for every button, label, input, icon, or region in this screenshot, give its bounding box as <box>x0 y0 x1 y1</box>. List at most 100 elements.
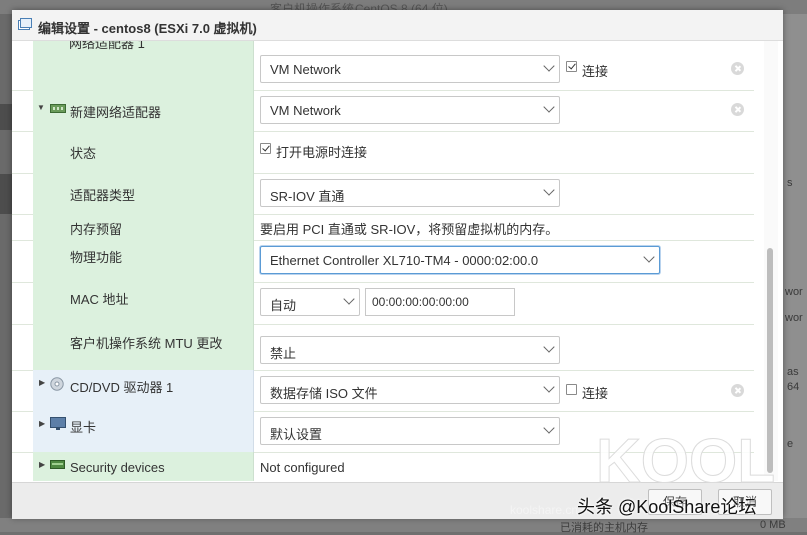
row-label-cell: 客户机操作系统 MTU 更改 <box>33 324 254 370</box>
cd-dvd-connect-label: 连接 <box>582 386 609 401</box>
row-label-cell: 适配器类型 <box>33 173 254 214</box>
row-label-cell: ▼ 新建网络适配器 <box>33 90 254 131</box>
row-value-cell: 打开电源时连接 <box>254 131 754 173</box>
background-fragment: wor <box>785 286 803 298</box>
background-fragment: wor <box>785 312 803 324</box>
physical-function-label: 物理功能 <box>70 250 123 265</box>
select-value: 默认设置 <box>270 427 323 442</box>
guest-mtu-label: 客户机操作系统 MTU 更改 <box>70 336 223 351</box>
row-physical-function: 物理功能 Ethernet Controller XL710-TM4 - 000… <box>12 240 754 283</box>
cd-dvd-media-select[interactable]: 数据存储 ISO 文件 <box>260 376 560 404</box>
remove-icon[interactable] <box>731 62 744 75</box>
row-value-cell: 要启用 PCI 直通或 SR-IOV，将预留虚拟机的内存。 <box>254 214 754 240</box>
row-guest-mtu: 客户机操作系统 MTU 更改 禁止 <box>12 324 754 371</box>
network-adapter-1-select[interactable]: VM Network <box>260 55 560 83</box>
chevron-down-icon <box>643 251 655 263</box>
row-adapter-type: 适配器类型 SR-IOV 直通 <box>12 173 754 215</box>
watermark-attribution: 头条 @KoolShare论坛 <box>577 497 757 517</box>
row-value-cell: VM Network <box>254 90 754 131</box>
security-chip-icon <box>50 460 65 469</box>
collapse-arrow-icon[interactable]: ▼ <box>37 103 45 112</box>
chevron-down-icon <box>543 381 555 393</box>
watermark-logo-text: KOOL <box>596 427 775 490</box>
physical-function-select[interactable]: Ethernet Controller XL710-TM4 - 0000:02:… <box>260 246 660 274</box>
status-label: 状态 <box>70 146 97 161</box>
select-value: 禁止 <box>270 346 297 361</box>
chevron-down-icon <box>543 422 555 434</box>
dialog-title-bar: 编辑设置 - centos8 (ESXi 7.0 虚拟机) <box>12 10 783 41</box>
row-label-cell: ▶ CD/DVD 驱动器 1 <box>33 370 254 411</box>
row-mac-address: MAC 地址 自动 00:00:00:00:00:00 <box>12 282 754 325</box>
select-value: VM Network <box>270 62 341 77</box>
cd-dvd-label: CD/DVD 驱动器 1 <box>70 380 174 395</box>
background-fragment: s <box>787 177 793 189</box>
chevron-down-icon <box>543 184 555 196</box>
background-fragment: as <box>787 366 799 378</box>
koolshare-watermark-logo: KOOL <box>596 427 776 491</box>
background-fragment: 64 <box>787 381 800 393</box>
background-left-panel <box>0 14 12 532</box>
background-footer: 已消耗的主机内存 0 MB <box>0 518 807 534</box>
power-on-connect-checkbox[interactable] <box>260 143 271 154</box>
background-memory-label: 已消耗的主机内存 <box>560 522 648 534</box>
row-label-cell: 物理功能 <box>33 240 254 282</box>
adapter-type-label: 适配器类型 <box>70 188 136 203</box>
background-block <box>0 174 12 214</box>
row-cd-dvd-drive: ▶ CD/DVD 驱动器 1 数据存储 ISO 文件 连接 <box>12 370 754 412</box>
mac-mode-select[interactable]: 自动 <box>260 288 360 316</box>
network-card-icon <box>50 104 66 113</box>
video-card-select[interactable]: 默认设置 <box>260 417 560 445</box>
expand-arrow-icon[interactable]: ▶ <box>39 460 45 469</box>
row-value-cell: 自动 00:00:00:00:00:00 <box>254 282 754 324</box>
new-network-adapter-select[interactable]: VM Network <box>260 96 560 124</box>
row-label-cell: 状态 <box>33 131 254 173</box>
input-value: 00:00:00:00:00:00 <box>372 295 469 309</box>
row-label-cell: ▶ 显卡 <box>33 411 254 452</box>
row-label-cell: 内存预留 <box>33 214 254 240</box>
row-label-cell: MAC 地址 <box>33 282 254 324</box>
watermark-source: koolshare.cn <box>510 503 579 517</box>
adapter-type-select[interactable]: SR-IOV 直通 <box>260 179 560 207</box>
row-label-cell: 网络适配器 1 <box>33 41 254 90</box>
chevron-down-icon <box>343 293 355 305</box>
row-value-cell: SR-IOV 直通 <box>254 173 754 214</box>
mac-address-input[interactable]: 00:00:00:00:00:00 <box>365 288 515 316</box>
monitor-icon <box>50 417 66 430</box>
row-network-adapter-1: 网络适配器 1 VM Network 连接 <box>12 41 754 91</box>
chevron-down-icon <box>543 60 555 72</box>
new-network-adapter-label: 新建网络适配器 <box>70 105 162 120</box>
memory-reservation-text: 要启用 PCI 直通或 SR-IOV，将预留虚拟机的内存。 <box>260 222 559 237</box>
select-value: VM Network <box>270 103 341 118</box>
row-status: 状态 打开电源时连接 <box>12 131 754 174</box>
background-block <box>0 104 12 130</box>
mac-address-label: MAC 地址 <box>70 292 129 307</box>
remove-icon[interactable] <box>731 384 744 397</box>
security-devices-label: Security devices <box>70 460 165 475</box>
background-memory-value: 0 MB <box>760 519 786 531</box>
row-value-cell: VM Network 连接 <box>254 41 754 90</box>
select-value: Ethernet Controller XL710-TM4 - 0000:02:… <box>270 253 539 268</box>
network-adapter-1-connect-checkbox[interactable] <box>566 61 577 72</box>
row-new-network-adapter: ▼ 新建网络适配器 VM Network <box>12 90 754 132</box>
chevron-down-icon <box>543 341 555 353</box>
network-adapter-1-label: 网络适配器 1 <box>69 41 145 51</box>
row-memory-reservation: 内存预留 要启用 PCI 直通或 SR-IOV，将预留虚拟机的内存。 <box>12 214 754 241</box>
select-value: SR-IOV 直通 <box>270 189 345 204</box>
network-adapter-1-connect-label: 连接 <box>582 64 609 79</box>
row-label-cell: ▶ Security devices <box>33 452 254 481</box>
cd-dvd-icon <box>50 377 64 391</box>
chevron-down-icon <box>543 101 555 113</box>
row-value-cell: 数据存储 ISO 文件 连接 <box>254 370 754 411</box>
power-on-connect-label: 打开电源时连接 <box>276 145 368 160</box>
expand-arrow-icon[interactable]: ▶ <box>39 419 45 428</box>
expand-arrow-icon[interactable]: ▶ <box>39 378 45 387</box>
select-value: 自动 <box>270 298 297 313</box>
cd-dvd-connect-checkbox[interactable] <box>566 384 577 395</box>
remove-icon[interactable] <box>731 103 744 116</box>
vm-icon <box>18 18 32 30</box>
row-value-cell: Ethernet Controller XL710-TM4 - 0000:02:… <box>254 240 754 282</box>
video-card-label: 显卡 <box>70 420 97 435</box>
guest-mtu-select[interactable]: 禁止 <box>260 336 560 364</box>
security-devices-value: Not configured <box>260 460 345 475</box>
row-value-cell: 禁止 <box>254 324 754 370</box>
